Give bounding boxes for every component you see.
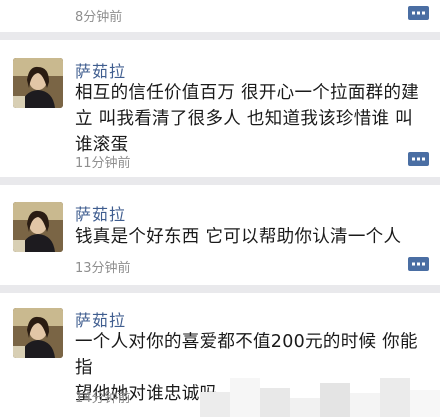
comment-icon[interactable] — [407, 5, 430, 22]
author-name[interactable]: 萨茹拉 — [75, 307, 126, 331]
post-content: 钱真是个好东西 它可以帮助你认清一个人 — [75, 224, 427, 250]
comment-icon[interactable] — [407, 151, 430, 168]
divider — [0, 177, 440, 185]
avatar[interactable] — [13, 58, 63, 108]
post-card: 萨茹拉 钱真是个好东西 它可以帮助你认清一个人 13分钟前 — [0, 185, 440, 285]
author-name[interactable]: 萨茹拉 — [75, 58, 126, 82]
comment-icon[interactable] — [407, 256, 430, 273]
mosaic-overlay — [200, 378, 440, 417]
post-text-line: 立 叫我看清了很多人 也知道我该珍惜谁 叫 — [75, 109, 413, 129]
avatar[interactable] — [13, 308, 63, 358]
post-card: 8分钟前 — [0, 0, 440, 32]
divider — [0, 285, 440, 293]
avatar[interactable] — [13, 202, 63, 252]
avatar-photo — [13, 58, 63, 108]
author-name[interactable]: 萨茹拉 — [75, 201, 126, 225]
post-time: 13分钟前 — [75, 261, 131, 276]
message-feed: 8分钟前 萨茹拉 相互的信任价值百万 很开心一个拉面群的建 立 叫我看清了很多人… — [0, 0, 440, 417]
divider — [0, 32, 440, 40]
post-time: 8分钟前 — [75, 10, 123, 25]
post-time: 11分钟前 — [75, 156, 131, 171]
post-content: 相互的信任价值百万 很开心一个拉面群的建 立 叫我看清了很多人 也知道我该珍惜谁… — [75, 80, 427, 158]
post-card: 萨茹拉 相互的信任价值百万 很开心一个拉面群的建 立 叫我看清了很多人 也知道我… — [0, 40, 440, 177]
post-text-line: 钱真是个好东西 它可以帮助你认清一个人 — [75, 227, 402, 247]
post-text-line: 一个人对你的喜爱都不值200元的时候 你能指 — [75, 332, 418, 378]
post-text-line: 相互的信任价值百万 很开心一个拉面群的建 — [75, 83, 420, 103]
post-time: 14分钟前 — [75, 391, 131, 406]
avatar-photo — [13, 202, 63, 252]
avatar-photo — [13, 308, 63, 358]
